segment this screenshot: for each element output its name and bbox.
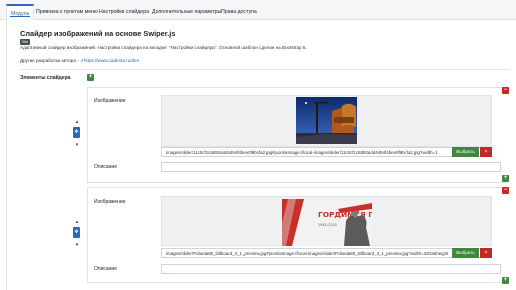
- description-field[interactable]: [161, 162, 501, 172]
- author-line: Другие разработки автора - ↗https://www.…: [20, 58, 139, 64]
- tab-menu-assignment[interactable]: Привязка к пунктам меню: [32, 4, 102, 20]
- image-label: Изображение: [94, 98, 126, 104]
- select-image-button[interactable]: Выбрать: [452, 248, 479, 258]
- module-description: Адаптивный слайдер изображений. Настройк…: [20, 45, 307, 50]
- author-link[interactable]: https://www.cadenta.ru/dev: [84, 58, 139, 63]
- tab-permissions[interactable]: Права доступа: [217, 4, 261, 20]
- description-field[interactable]: [161, 264, 501, 274]
- author-label: Другие разработки автора -: [20, 58, 79, 63]
- description-label: Описание: [94, 266, 118, 272]
- tab-slider-settings[interactable]: Настройки слайдера: [95, 4, 153, 20]
- slide-image-thumbnail: ГОРДИМСЯ ПОБЕДОЙ! 1945–2025: [282, 199, 372, 246]
- drag-handle-icon[interactable]: ✥: [73, 127, 80, 138]
- move-down-icon[interactable]: ▾: [74, 242, 80, 248]
- remove-slide-button[interactable]: −: [502, 187, 509, 194]
- slides-field-label: Элементы слайдера: [20, 75, 71, 81]
- tab-bar: Модуль Привязка к пунктам меню Настройки…: [0, 0, 516, 20]
- move-down-icon[interactable]: ▾: [74, 142, 80, 148]
- add-slide-after-button[interactable]: +: [502, 175, 509, 182]
- add-slide-after-button[interactable]: +: [502, 277, 509, 284]
- clear-image-button[interactable]: ×: [480, 248, 492, 258]
- add-slide-button[interactable]: +: [87, 74, 94, 81]
- tab-advanced[interactable]: Дополнительные параметры: [148, 4, 225, 20]
- image-path-field[interactable]: images/slider/Pobeda80_billboard_3_1_pre…: [161, 248, 492, 258]
- slide-controls: ▴ ✥ ▾: [72, 218, 82, 254]
- move-up-icon[interactable]: ▴: [74, 219, 80, 225]
- remove-slide-button[interactable]: −: [502, 87, 509, 94]
- clear-image-button[interactable]: ×: [480, 147, 492, 157]
- slide-image-thumbnail: [296, 97, 357, 144]
- drag-handle-icon[interactable]: ✥: [73, 227, 80, 238]
- poster-years: 1945–2025: [318, 223, 337, 227]
- slide-controls: ▴ ✥ ▾: [72, 118, 82, 154]
- description-label: Описание: [94, 164, 118, 170]
- select-image-button[interactable]: Выбрать: [452, 147, 479, 157]
- divider: [20, 69, 510, 70]
- tab-module[interactable]: Модуль: [6, 4, 35, 20]
- move-up-icon[interactable]: ▴: [74, 119, 80, 125]
- image-path-field[interactable]: images/slider/11c0cf1c8d92a4d4494f4bee0f…: [161, 147, 492, 157]
- image-path-value: images/slider/Pobeda80_billboard_3_1_pre…: [166, 251, 449, 256]
- image-label: Изображение: [94, 199, 126, 205]
- page-title: Слайдер изображений на основе Swiper.js: [20, 29, 176, 38]
- image-path-value: images/slider/11c0cf1c8d92a4d4494f4bee0f…: [166, 150, 438, 155]
